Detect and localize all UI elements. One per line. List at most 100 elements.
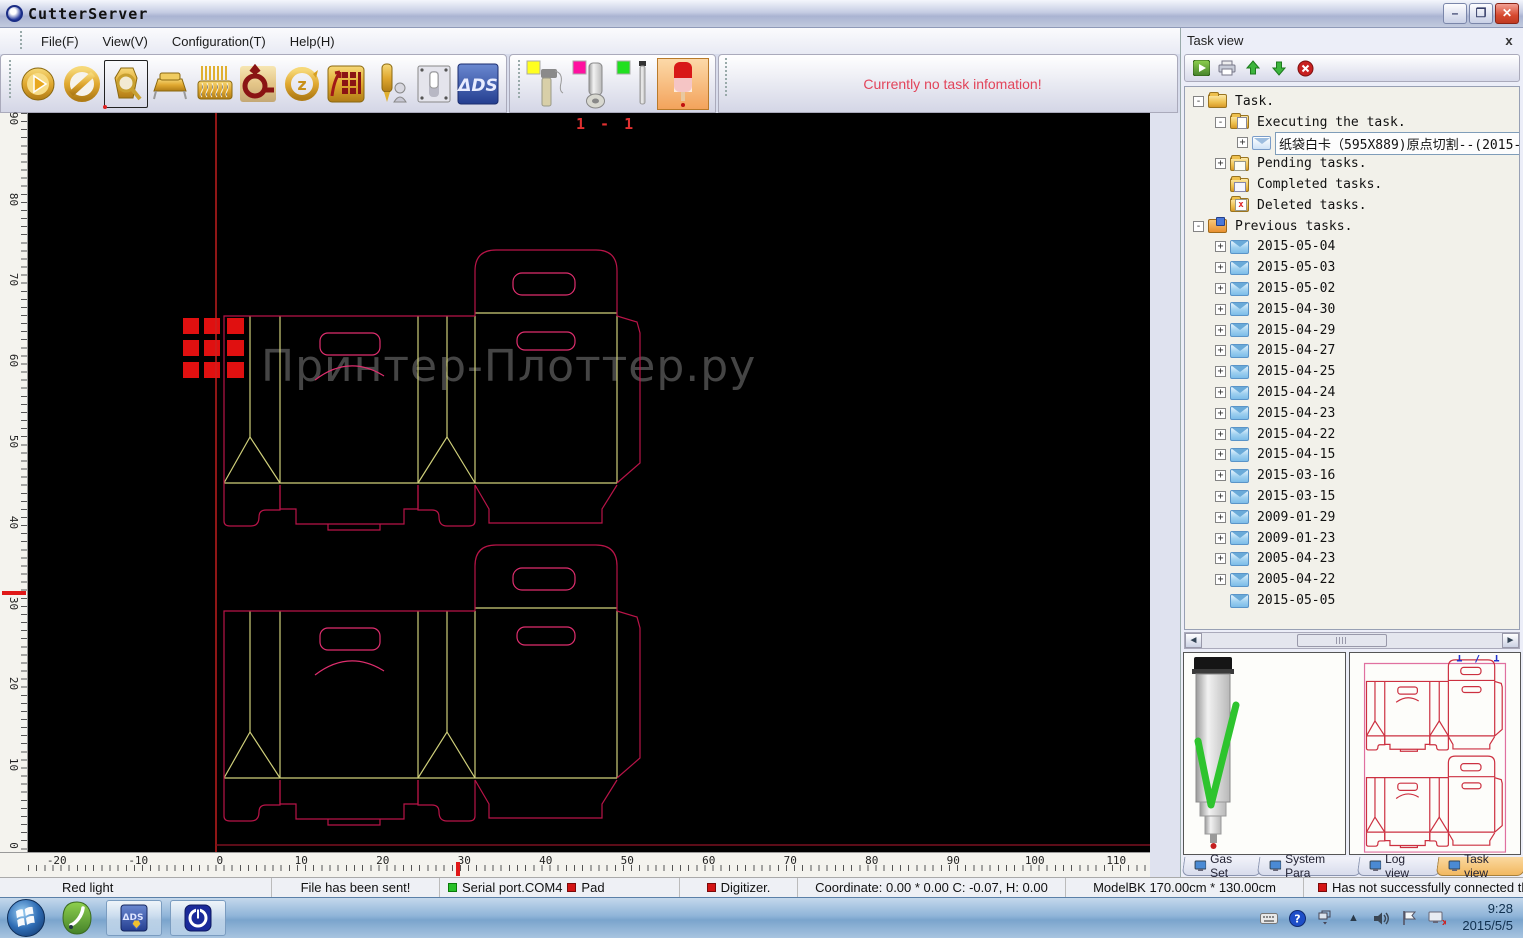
- menu-item[interactable]: Help(H): [278, 31, 347, 52]
- scroll-left-arrow[interactable]: ◄: [1185, 633, 1202, 648]
- tree-expander[interactable]: +: [1215, 366, 1226, 377]
- tree-row[interactable]: + 2015-05-04: [1185, 237, 1519, 258]
- tree-expander[interactable]: +: [1215, 158, 1226, 169]
- grid-cut-icon[interactable]: [324, 60, 368, 108]
- tree-row[interactable]: + 2015-04-27: [1185, 341, 1519, 362]
- panel-tab[interactable]: Gas Set: [1182, 857, 1264, 876]
- move-up-icon[interactable]: [1243, 59, 1263, 77]
- ads-app-button[interactable]: ΔDS: [106, 900, 162, 936]
- tree-expander[interactable]: +: [1215, 408, 1226, 419]
- tree-expander[interactable]: +: [1215, 470, 1226, 481]
- tree-expander[interactable]: -: [1193, 221, 1204, 232]
- tree-expander[interactable]: +: [1215, 449, 1226, 460]
- zoom-select-icon[interactable]: [104, 60, 148, 108]
- tree-row[interactable]: + Pending tasks.: [1185, 153, 1519, 174]
- help-icon[interactable]: ?: [1288, 909, 1306, 927]
- tree-expander[interactable]: -: [1215, 117, 1226, 128]
- panel-tab[interactable]: Task view: [1436, 857, 1523, 876]
- keyboard-icon[interactable]: [1260, 909, 1278, 927]
- tree-expander[interactable]: +: [1215, 345, 1226, 356]
- minimize-button[interactable]: –: [1443, 3, 1467, 24]
- tree-expander[interactable]: +: [1215, 491, 1226, 502]
- tree-row[interactable]: + 2009-01-23: [1185, 528, 1519, 549]
- tree-expander[interactable]: +: [1215, 304, 1226, 315]
- platform-icon[interactable]: [148, 60, 192, 108]
- tree-expander[interactable]: -: [1193, 96, 1204, 107]
- tree-row[interactable]: + 纸袋白卡（595X889)原点切割--(2015-: [1185, 133, 1519, 154]
- tree-expander[interactable]: +: [1215, 429, 1226, 440]
- network-error-icon[interactable]: x: [1428, 909, 1446, 927]
- close-button[interactable]: ✕: [1495, 3, 1519, 24]
- menu-item[interactable]: View(V): [91, 31, 160, 52]
- panel-tab[interactable]: Log view: [1357, 857, 1443, 876]
- reset-z-icon[interactable]: z: [280, 60, 324, 108]
- tree-row[interactable]: + 2015-04-15: [1185, 445, 1519, 466]
- tree-expander[interactable]: +: [1215, 283, 1226, 294]
- tree-row[interactable]: - Previous tasks.: [1185, 216, 1519, 237]
- tree-row[interactable]: + 2015-04-24: [1185, 382, 1519, 403]
- tree-expander[interactable]: +: [1215, 512, 1226, 523]
- stop-icon[interactable]: [60, 60, 104, 108]
- speaker-icon[interactable]: [1372, 909, 1390, 927]
- tree-row[interactable]: + 2015-04-25: [1185, 361, 1519, 382]
- show-hidden-icon[interactable]: ▲: [1344, 909, 1362, 927]
- switch-panel-icon[interactable]: [412, 60, 456, 108]
- tree-row[interactable]: + 2005-04-22: [1185, 569, 1519, 590]
- tree-hscrollbar[interactable]: ◄ ►: [1184, 632, 1520, 649]
- tree-row[interactable]: + 2009-01-29: [1185, 507, 1519, 528]
- tree-row[interactable]: + 2005-04-23: [1185, 549, 1519, 570]
- tree-row[interactable]: - Executing the task.: [1185, 112, 1519, 133]
- coreldraw-icon[interactable]: [60, 901, 94, 935]
- panel-tab[interactable]: System Para: [1257, 857, 1363, 876]
- tool-red-active-icon[interactable]: [657, 58, 709, 110]
- tree-expander[interactable]: +: [1215, 533, 1226, 544]
- comb-icon[interactable]: [192, 60, 236, 108]
- tree-expander[interactable]: +: [1215, 387, 1226, 398]
- delete-task-icon[interactable]: [1295, 59, 1315, 77]
- tree-row[interactable]: + 2015-05-03: [1185, 257, 1519, 278]
- tray-clock[interactable]: 9:28 2015/5/5: [1456, 901, 1513, 935]
- origin-move-icon[interactable]: [236, 60, 280, 108]
- start-button[interactable]: [6, 898, 46, 938]
- tree-row[interactable]: 2015-05-05: [1185, 590, 1519, 611]
- menu-item[interactable]: File(F): [29, 31, 91, 52]
- tree-row[interactable]: + 2015-04-29: [1185, 320, 1519, 341]
- action-flag-icon[interactable]: [1400, 909, 1418, 927]
- tool-yellow-icon[interactable]: [525, 60, 569, 108]
- scroll-thumb[interactable]: [1297, 634, 1387, 647]
- print-task-icon[interactable]: [1217, 59, 1237, 77]
- scroll-right-arrow[interactable]: ►: [1502, 633, 1519, 648]
- tree-expander[interactable]: +: [1215, 241, 1226, 252]
- tree-expander[interactable]: [1215, 179, 1226, 190]
- tree-row[interactable]: + 2015-04-23: [1185, 403, 1519, 424]
- panel-close-icon[interactable]: x: [1501, 33, 1517, 48]
- tree-row[interactable]: + 2015-04-22: [1185, 424, 1519, 445]
- tree-expander[interactable]: +: [1215, 325, 1226, 336]
- tree-row[interactable]: + 2015-05-02: [1185, 278, 1519, 299]
- tree-expander[interactable]: +: [1215, 574, 1226, 585]
- toolbar-grip2[interactable]: [516, 60, 521, 100]
- tree-row[interactable]: + 2015-03-15: [1185, 486, 1519, 507]
- pen-person-icon[interactable]: [368, 60, 412, 108]
- tree-expander[interactable]: [1215, 200, 1226, 211]
- move-down-icon[interactable]: [1269, 59, 1289, 77]
- tool-green-icon[interactable]: [613, 60, 657, 108]
- tree-row[interactable]: - Task.: [1185, 91, 1519, 112]
- tree-row[interactable]: + 2015-04-30: [1185, 299, 1519, 320]
- tree-row[interactable]: + 2015-03-16: [1185, 465, 1519, 486]
- window-stack-icon[interactable]: [1316, 909, 1334, 927]
- tree-row[interactable]: Deleted tasks.: [1185, 195, 1519, 216]
- tree-expander[interactable]: +: [1215, 262, 1226, 273]
- toolbar-grip3[interactable]: [723, 58, 728, 98]
- tree-expander[interactable]: +: [1215, 553, 1226, 564]
- cutterserver-app-button[interactable]: [170, 900, 226, 936]
- ads-icon[interactable]: ΔDS: [456, 60, 500, 108]
- tool-magenta-icon[interactable]: [569, 60, 613, 108]
- run-task-icon[interactable]: [1191, 59, 1211, 77]
- menubar-grip[interactable]: [18, 31, 23, 51]
- menu-item[interactable]: Configuration(T): [160, 31, 278, 52]
- tree-expander[interactable]: +: [1237, 137, 1248, 148]
- tree-row[interactable]: Completed tasks.: [1185, 174, 1519, 195]
- restore-button[interactable]: ❐: [1469, 3, 1493, 24]
- drawing-canvas[interactable]: Принтер-Плоттер.ру 1 - 1: [28, 113, 1150, 852]
